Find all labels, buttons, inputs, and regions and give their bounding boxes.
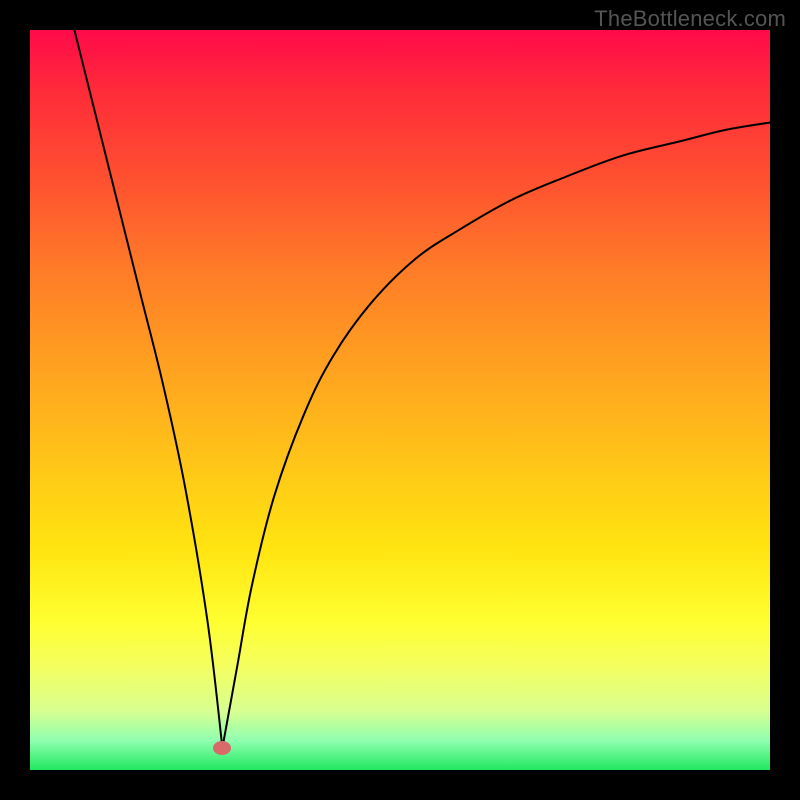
chart-frame: TheBottleneck.com xyxy=(0,0,800,800)
curve-left-branch xyxy=(74,30,222,748)
curve-right-branch xyxy=(222,123,770,748)
minimum-marker xyxy=(213,741,231,755)
plot-area xyxy=(30,30,770,770)
watermark-text: TheBottleneck.com xyxy=(594,6,786,32)
curve-layer xyxy=(30,30,770,770)
